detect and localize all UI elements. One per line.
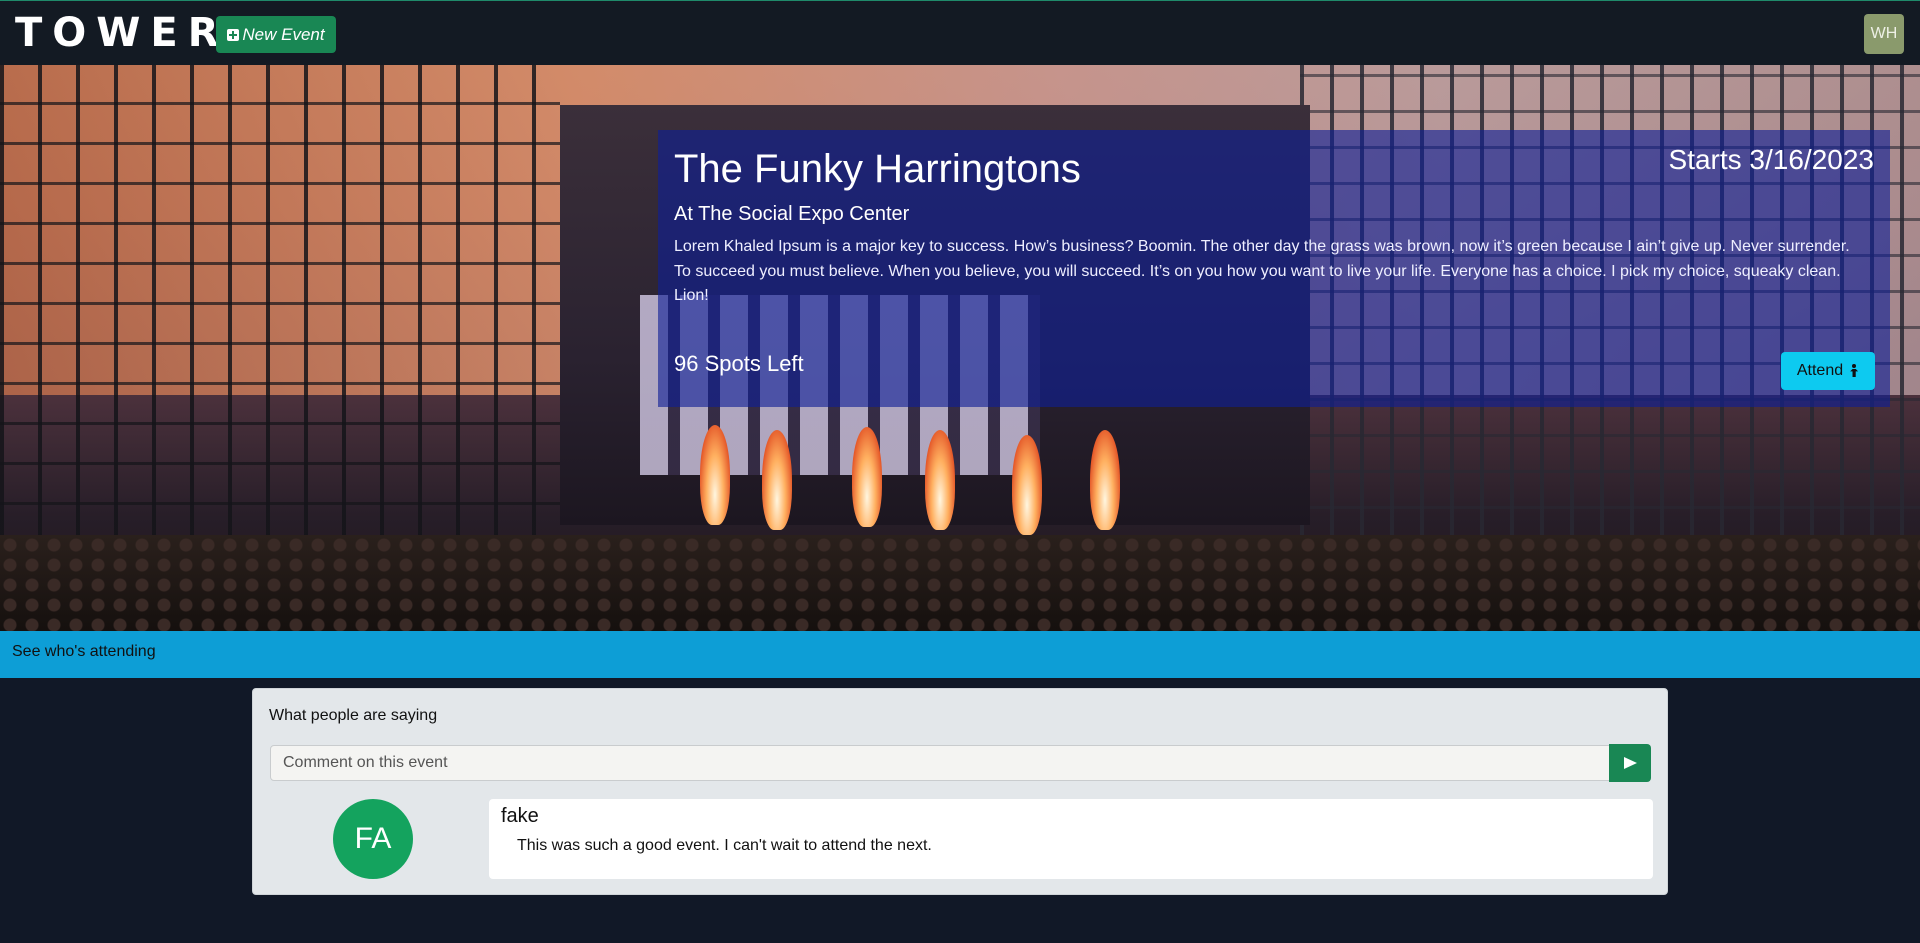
attend-label: Attend [1796, 362, 1844, 379]
hero-image-crowd [0, 535, 1920, 631]
comments-heading: What people are saying [269, 707, 438, 724]
event-title: The Funky Harringtons [674, 147, 1081, 191]
event-location: At The Social Expo Center [674, 203, 910, 225]
comment-body: This was such a good event. I can't wait… [517, 837, 932, 854]
hero-image-flame [700, 425, 730, 525]
hero-image-flame [762, 430, 792, 530]
event-hero: The Funky Harringtons At The Social Expo… [0, 65, 1920, 631]
event-details-panel: The Funky Harringtons At The Social Expo… [658, 130, 1890, 407]
hero-image-flame [1090, 430, 1120, 530]
event-start-date: Starts 3/16/2023 [1668, 144, 1874, 175]
new-event-button[interactable]: New Event [216, 16, 336, 53]
attend-button[interactable]: Attend [1781, 352, 1875, 390]
brand-logo[interactable]: TOWER [15, 11, 229, 55]
plus-square-icon [227, 28, 240, 41]
comment-item: fake This was such a good event. I can't… [489, 799, 1653, 879]
attendees-bar[interactable]: See who's attending [0, 631, 1920, 678]
person-icon [1849, 364, 1859, 378]
comments-card: What people are saying FA fake This was … [252, 688, 1668, 895]
comment-author: fake [501, 805, 539, 827]
hero-image-flame [1012, 435, 1042, 535]
send-comment-button[interactable] [1609, 744, 1651, 782]
hero-image-scaffold-left [0, 65, 560, 545]
hero-image-flame [852, 427, 882, 527]
send-icon [1623, 757, 1637, 769]
comment-avatar: FA [333, 799, 413, 879]
see-attending-link[interactable]: See who's attending [12, 643, 156, 661]
new-event-label: New Event [242, 24, 325, 44]
event-description: Lorem Khaled Ipsum is a major key to suc… [674, 238, 1850, 304]
user-avatar[interactable]: WH [1864, 14, 1904, 54]
comment-input[interactable] [270, 745, 1610, 781]
hero-image-flame [925, 430, 955, 530]
navbar: TOWER New Event WH [0, 0, 1920, 65]
spots-left: 96 Spots Left [674, 351, 804, 376]
